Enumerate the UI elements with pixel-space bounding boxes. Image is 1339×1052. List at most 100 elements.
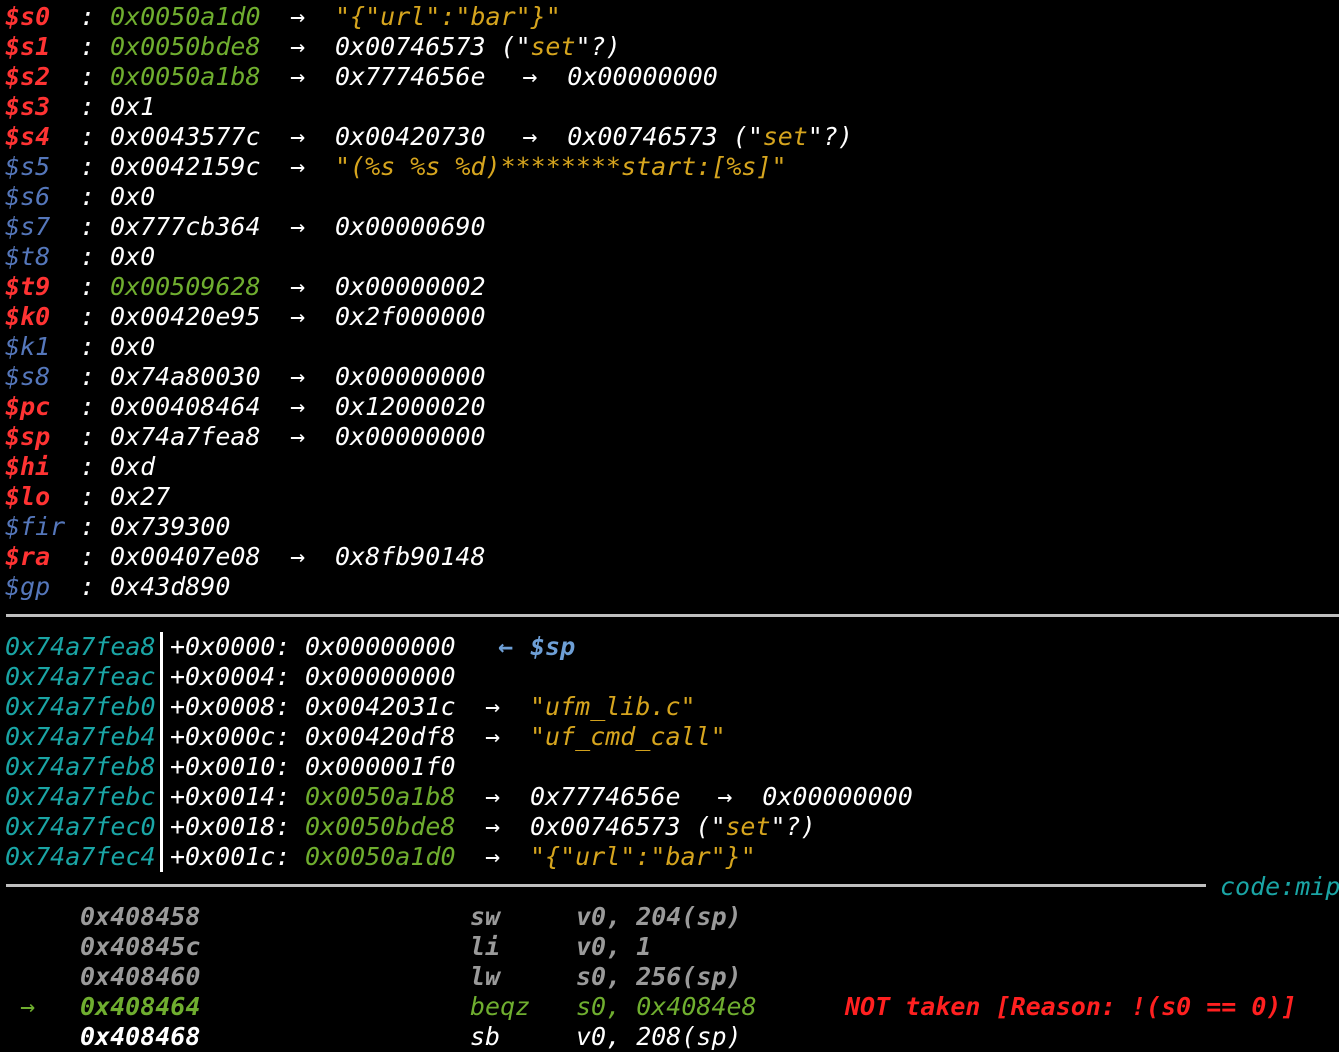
stack-row: 0x74a7fec0 +0x0018: 0x0050bde8 → 0x00746573 … [0,812,1339,842]
code-line: 0x408460 lw s0, 256(sp) [0,962,1339,992]
register-name: $t8 [5,242,51,271]
stack-offset: +0x0018: [170,812,291,841]
deref-arrow-icon: → [290,542,306,571]
register-name: $s3 [5,92,51,121]
register-separator: : [80,362,96,391]
register-name: $s7 [5,212,51,241]
register-row: $hi:0xd [0,452,1339,482]
register-value: 0x74a80030 [110,362,261,391]
deref-value: 0x00746573 (" [567,122,763,151]
register-row: $lo:0x27 [0,482,1339,512]
code-line: → 0x408464 beqz s0, 0x4084e8 NOT taken [Reas… [0,992,1339,1022]
instruction-address: 0x408458 [80,902,201,931]
deref-value: 0x00000690 [335,212,486,241]
register-value: 0x0043577c [110,122,261,151]
register-row: $s3:0x1 [0,92,1339,122]
stack-row: 0x74a7feb8 +0x0010: 0x000001f0 [0,752,1339,782]
stack-address: 0x74a7feb4 [5,722,156,751]
stack-address: 0x74a7feb8 [5,752,156,781]
deref-value: 0x00746573 (" [530,812,726,841]
deref-value: 0x7774656e [335,62,486,91]
instruction-address: 0x408468 [80,1022,201,1051]
deref-arrow-icon: → [290,62,306,91]
register-value: 0x74a7fea8 [110,422,261,451]
stack-address: 0x74a7fec4 [5,842,156,871]
branch-status-note: NOT taken [Reason: !(s0 == 0)] [845,992,1297,1021]
register-separator: : [80,212,96,241]
register-name: $hi [5,452,51,481]
stack-value: 0x0050a1b8 [305,782,456,811]
register-name: $pc [5,392,51,421]
register-row: $k0:0x00420e95 → 0x2f000000 [0,302,1339,332]
deref-arrow-icon: → [290,422,306,451]
register-value: 0x1 [110,92,156,121]
stack-row: 0x74a7feb4 +0x000c: 0x00420df8 → "uf_cmd_cal… [0,722,1339,752]
deref-value: "ufm_lib.c" [530,692,696,721]
deref-value: 0x00420730 [335,122,486,151]
stack-offset: +0x0010: [170,752,291,781]
instruction-address: 0x408460 [80,962,201,991]
register-row: $pc:0x00408464 → 0x12000020 [0,392,1339,422]
register-name: $lo [5,482,51,511]
register-name: $fir [5,512,66,541]
stack-row: 0x74a7fea8 +0x0000: 0x00000000 ← $sp [0,632,1339,662]
register-row: $gp:0x43d890 [0,572,1339,602]
stack-address: 0x74a7feb0 [5,692,156,721]
code-line: 0x408458 sw v0, 204(sp) [0,902,1339,932]
register-row: $s7:0x777cb364 → 0x00000690 [0,212,1339,242]
register-separator: : [80,32,96,61]
register-row: $s0:0x0050a1d0 → "{"url":"bar"}" [0,2,1339,32]
gdb-gef-terminal[interactable]: code:mips $s0:0x0050a1d0→"{"url":"bar"}"… [0,0,1339,1051]
stack-row: 0x74a7fec4 +0x001c: 0x0050a1d0 → "{"url":"ba… [0,842,1339,872]
deref-arrow-icon: → [485,812,501,841]
register-value: 0x0050a1d0 [110,2,261,31]
deref-value: "?) [575,32,621,61]
stack-offset: +0x0000: [170,632,291,661]
stack-offset: +0x0004: [170,662,291,691]
deref-arrow-icon: → [290,122,306,151]
register-separator: : [80,542,96,571]
instruction-mnemonic: sb [470,1022,501,1051]
deref-arrow-icon: → [485,692,501,721]
deref-value: "(%s %s %d)********start:[%s]" [335,152,787,181]
deref-value: 0x00000002 [335,272,486,301]
stack-offset: +0x0008: [170,692,291,721]
stack-row: 0x74a7feb0 +0x0008: 0x0042031c → "ufm_lib.c" [0,692,1339,722]
instruction-mnemonic: sw [470,902,501,931]
stack-address: 0x74a7fea8 [5,632,156,661]
deref-value: 0x8fb90148 [335,542,486,571]
stack-offset: +0x000c: [170,722,291,751]
register-value: 0x0 [110,242,156,271]
register-separator: : [80,512,96,541]
deref-arrow-icon: → [290,32,306,61]
stack-address: 0x74a7feac [5,662,156,691]
deref-value: 0x00000000 [762,782,913,811]
register-value: 0x0042159c [110,152,261,181]
register-name: $s4 [5,122,51,151]
register-separator: : [80,272,96,301]
register-value: 0x777cb364 [110,212,261,241]
code-line: 0x408468 sb v0, 208(sp) [0,1022,1339,1052]
register-separator: : [80,152,96,181]
deref-value: set [530,32,576,61]
stack-value: 0x00000000 [305,632,456,661]
register-row: $t8:0x0 [0,242,1339,272]
sp-pointer-icon: ← [498,632,529,661]
register-value: 0x0 [110,332,156,361]
register-value: 0x00408464 [110,392,261,421]
register-row: $fir:0x739300 [0,512,1339,542]
deref-value: "uf_cmd_call" [530,722,726,751]
deref-value: set [762,122,808,151]
deref-value: "{"url":"bar"}" [530,842,756,871]
register-row: $s8:0x74a80030 → 0x00000000 [0,362,1339,392]
deref-arrow-icon: → [485,842,501,871]
deref-arrow-icon: → [290,2,306,31]
register-name: $s1 [5,32,51,61]
register-row: $s2:0x0050a1b8 → 0x7774656e → 0x00000000 [0,62,1339,92]
register-separator: : [80,2,96,31]
deref-value: "?) [770,812,816,841]
code-section-header: code:mips [1220,872,1339,901]
register-name: $s0 [5,2,51,31]
stack-offset: +0x001c: [170,842,291,871]
instruction-operands: s0, 256(sp) [576,962,742,991]
